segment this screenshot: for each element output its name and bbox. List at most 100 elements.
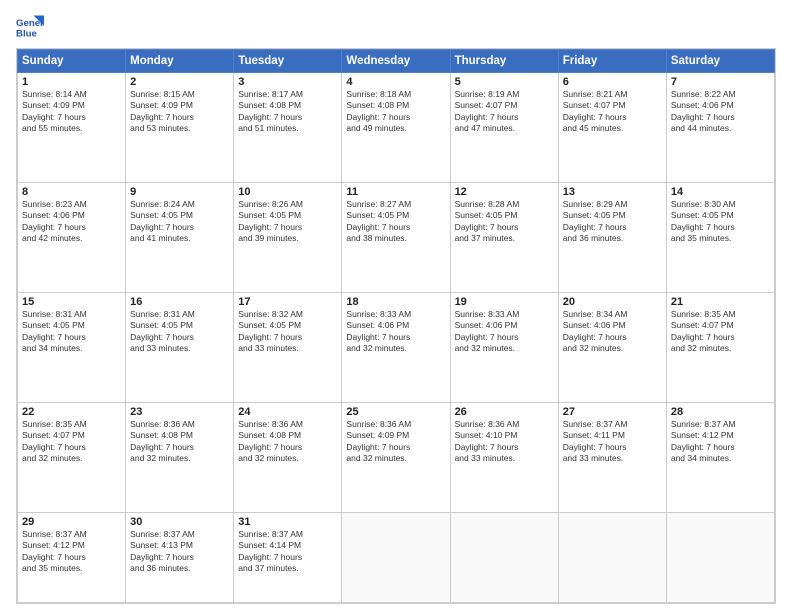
day-number: 25 — [346, 406, 445, 418]
weekday-header-row: SundayMondayTuesdayWednesdayThursdayFrid… — [18, 50, 775, 73]
day-cell-27: 27Sunrise: 8:37 AMSunset: 4:11 PMDayligh… — [558, 403, 666, 513]
day-cell-29: 29Sunrise: 8:37 AMSunset: 4:12 PMDayligh… — [18, 513, 126, 603]
cell-content: Sunrise: 8:27 AMSunset: 4:05 PMDaylight:… — [346, 199, 445, 245]
day-number: 19 — [455, 296, 554, 308]
cell-content: Sunrise: 8:36 AMSunset: 4:08 PMDaylight:… — [238, 419, 337, 465]
day-number: 31 — [238, 516, 337, 528]
day-number: 27 — [563, 406, 662, 418]
week-row-4: 22Sunrise: 8:35 AMSunset: 4:07 PMDayligh… — [18, 403, 775, 513]
cell-content: Sunrise: 8:21 AMSunset: 4:07 PMDaylight:… — [563, 89, 662, 135]
day-cell-13: 13Sunrise: 8:29 AMSunset: 4:05 PMDayligh… — [558, 183, 666, 293]
day-cell-9: 9Sunrise: 8:24 AMSunset: 4:05 PMDaylight… — [126, 183, 234, 293]
cell-content: Sunrise: 8:30 AMSunset: 4:05 PMDaylight:… — [671, 199, 770, 245]
empty-cell — [450, 513, 558, 603]
cell-content: Sunrise: 8:37 AMSunset: 4:12 PMDaylight:… — [671, 419, 770, 465]
calendar-body: 1Sunrise: 8:14 AMSunset: 4:09 PMDaylight… — [18, 73, 775, 603]
day-number: 26 — [455, 406, 554, 418]
day-cell-20: 20Sunrise: 8:34 AMSunset: 4:06 PMDayligh… — [558, 293, 666, 403]
day-number: 12 — [455, 186, 554, 198]
day-cell-1: 1Sunrise: 8:14 AMSunset: 4:09 PMDaylight… — [18, 73, 126, 183]
cell-content: Sunrise: 8:34 AMSunset: 4:06 PMDaylight:… — [563, 309, 662, 355]
day-number: 11 — [346, 186, 445, 198]
day-cell-3: 3Sunrise: 8:17 AMSunset: 4:08 PMDaylight… — [234, 73, 342, 183]
day-cell-17: 17Sunrise: 8:32 AMSunset: 4:05 PMDayligh… — [234, 293, 342, 403]
cell-content: Sunrise: 8:29 AMSunset: 4:05 PMDaylight:… — [563, 199, 662, 245]
cell-content: Sunrise: 8:14 AMSunset: 4:09 PMDaylight:… — [22, 89, 121, 135]
cell-content: Sunrise: 8:36 AMSunset: 4:10 PMDaylight:… — [455, 419, 554, 465]
empty-cell — [342, 513, 450, 603]
cell-content: Sunrise: 8:26 AMSunset: 4:05 PMDaylight:… — [238, 199, 337, 245]
cell-content: Sunrise: 8:37 AMSunset: 4:14 PMDaylight:… — [238, 529, 337, 575]
header: General Blue — [16, 12, 776, 40]
day-cell-25: 25Sunrise: 8:36 AMSunset: 4:09 PMDayligh… — [342, 403, 450, 513]
day-number: 16 — [130, 296, 229, 308]
week-row-1: 1Sunrise: 8:14 AMSunset: 4:09 PMDaylight… — [18, 73, 775, 183]
day-cell-2: 2Sunrise: 8:15 AMSunset: 4:09 PMDaylight… — [126, 73, 234, 183]
day-cell-19: 19Sunrise: 8:33 AMSunset: 4:06 PMDayligh… — [450, 293, 558, 403]
calendar-table: SundayMondayTuesdayWednesdayThursdayFrid… — [17, 49, 775, 603]
svg-text:Blue: Blue — [16, 29, 37, 40]
cell-content: Sunrise: 8:23 AMSunset: 4:06 PMDaylight:… — [22, 199, 121, 245]
day-number: 4 — [346, 76, 445, 88]
day-number: 9 — [130, 186, 229, 198]
day-number: 22 — [22, 406, 121, 418]
cell-content: Sunrise: 8:35 AMSunset: 4:07 PMDaylight:… — [671, 309, 770, 355]
day-number: 23 — [130, 406, 229, 418]
calendar: SundayMondayTuesdayWednesdayThursdayFrid… — [16, 48, 776, 604]
logo: General Blue — [16, 12, 48, 40]
cell-content: Sunrise: 8:33 AMSunset: 4:06 PMDaylight:… — [346, 309, 445, 355]
weekday-header-thursday: Thursday — [450, 50, 558, 73]
day-number: 14 — [671, 186, 770, 198]
day-number: 28 — [671, 406, 770, 418]
cell-content: Sunrise: 8:37 AMSunset: 4:13 PMDaylight:… — [130, 529, 229, 575]
day-number: 30 — [130, 516, 229, 528]
cell-content: Sunrise: 8:18 AMSunset: 4:08 PMDaylight:… — [346, 89, 445, 135]
day-number: 6 — [563, 76, 662, 88]
day-number: 1 — [22, 76, 121, 88]
weekday-header-wednesday: Wednesday — [342, 50, 450, 73]
day-cell-26: 26Sunrise: 8:36 AMSunset: 4:10 PMDayligh… — [450, 403, 558, 513]
day-cell-28: 28Sunrise: 8:37 AMSunset: 4:12 PMDayligh… — [666, 403, 774, 513]
day-cell-10: 10Sunrise: 8:26 AMSunset: 4:05 PMDayligh… — [234, 183, 342, 293]
day-number: 10 — [238, 186, 337, 198]
day-cell-22: 22Sunrise: 8:35 AMSunset: 4:07 PMDayligh… — [18, 403, 126, 513]
day-cell-15: 15Sunrise: 8:31 AMSunset: 4:05 PMDayligh… — [18, 293, 126, 403]
day-number: 17 — [238, 296, 337, 308]
day-cell-14: 14Sunrise: 8:30 AMSunset: 4:05 PMDayligh… — [666, 183, 774, 293]
page: General Blue SundayMondayTuesdayWednesda… — [0, 0, 792, 612]
cell-content: Sunrise: 8:28 AMSunset: 4:05 PMDaylight:… — [455, 199, 554, 245]
cell-content: Sunrise: 8:36 AMSunset: 4:09 PMDaylight:… — [346, 419, 445, 465]
day-number: 15 — [22, 296, 121, 308]
cell-content: Sunrise: 8:37 AMSunset: 4:11 PMDaylight:… — [563, 419, 662, 465]
cell-content: Sunrise: 8:33 AMSunset: 4:06 PMDaylight:… — [455, 309, 554, 355]
cell-content: Sunrise: 8:19 AMSunset: 4:07 PMDaylight:… — [455, 89, 554, 135]
day-cell-4: 4Sunrise: 8:18 AMSunset: 4:08 PMDaylight… — [342, 73, 450, 183]
empty-cell — [666, 513, 774, 603]
day-cell-12: 12Sunrise: 8:28 AMSunset: 4:05 PMDayligh… — [450, 183, 558, 293]
week-row-5: 29Sunrise: 8:37 AMSunset: 4:12 PMDayligh… — [18, 513, 775, 603]
cell-content: Sunrise: 8:15 AMSunset: 4:09 PMDaylight:… — [130, 89, 229, 135]
cell-content: Sunrise: 8:37 AMSunset: 4:12 PMDaylight:… — [22, 529, 121, 575]
day-number: 5 — [455, 76, 554, 88]
day-cell-6: 6Sunrise: 8:21 AMSunset: 4:07 PMDaylight… — [558, 73, 666, 183]
cell-content: Sunrise: 8:31 AMSunset: 4:05 PMDaylight:… — [130, 309, 229, 355]
week-row-3: 15 Sunrise: 8:31 AMSunset: 4:05 PMDayligh… — [18, 293, 775, 403]
day-number: 24 — [238, 406, 337, 418]
week-row-2: 8Sunrise: 8:23 AMSunset: 4:06 PMDaylight… — [18, 183, 775, 293]
cell-content: Sunrise: 8:22 AMSunset: 4:06 PMDaylight:… — [671, 89, 770, 135]
day-number: 8 — [22, 186, 121, 198]
cell-content: Sunrise: 8:17 AMSunset: 4:08 PMDaylight:… — [238, 89, 337, 135]
weekday-header-monday: Monday — [126, 50, 234, 73]
day-cell-30: 30Sunrise: 8:37 AMSunset: 4:13 PMDayligh… — [126, 513, 234, 603]
cell-content: Sunrise: 8:24 AMSunset: 4:05 PMDaylight:… — [130, 199, 229, 245]
day-cell-23: 23Sunrise: 8:36 AMSunset: 4:08 PMDayligh… — [126, 403, 234, 513]
weekday-header-tuesday: Tuesday — [234, 50, 342, 73]
day-cell-16: 16Sunrise: 8:31 AMSunset: 4:05 PMDayligh… — [126, 293, 234, 403]
day-cell-24: 24Sunrise: 8:36 AMSunset: 4:08 PMDayligh… — [234, 403, 342, 513]
cell-content: Sunrise: 8:32 AMSunset: 4:05 PMDaylight:… — [238, 309, 337, 355]
day-cell-18: 18Sunrise: 8:33 AMSunset: 4:06 PMDayligh… — [342, 293, 450, 403]
day-number: 13 — [563, 186, 662, 198]
weekday-header-sunday: Sunday — [18, 50, 126, 73]
day-cell-11: 11Sunrise: 8:27 AMSunset: 4:05 PMDayligh… — [342, 183, 450, 293]
logo-icon: General Blue — [16, 12, 44, 40]
